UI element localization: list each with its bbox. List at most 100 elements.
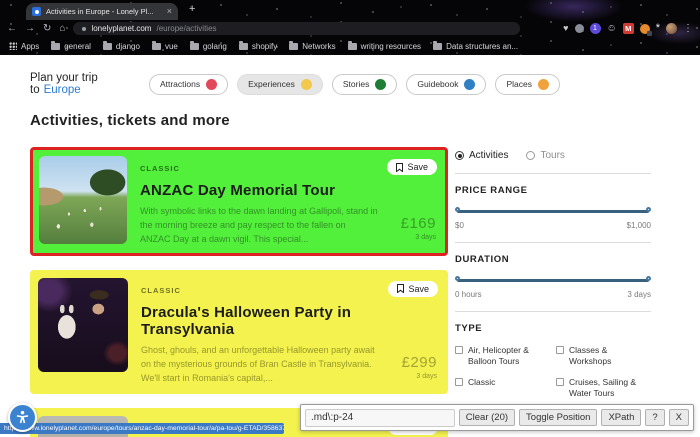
badge-extension-icon[interactable]: 1	[590, 23, 601, 34]
tab-close-icon[interactable]: ×	[167, 7, 172, 16]
checkbox-classes-workshops[interactable]: Classes & Workshops	[556, 345, 651, 368]
m-extension-icon[interactable]: M	[623, 23, 634, 34]
folder-icon	[103, 43, 112, 50]
bookmarks-bar: Apps general django vue golang shopify N…	[0, 37, 700, 55]
orange-extension-icon[interactable]	[640, 24, 650, 34]
slider-handle-max[interactable]	[646, 276, 651, 281]
save-button[interactable]: Save	[388, 281, 438, 297]
radio-unchecked-icon	[526, 151, 535, 160]
save-button[interactable]: Save	[387, 159, 437, 175]
places-icon	[538, 79, 549, 90]
europe-link[interactable]: Europe	[44, 84, 81, 96]
clear-button[interactable]: Clear (20)	[459, 409, 515, 426]
gray-extension-icon[interactable]	[575, 24, 584, 33]
selector-input[interactable]	[305, 409, 455, 427]
browser-menu-icon[interactable]: ⋮	[683, 23, 693, 34]
home-icon[interactable]: ⌂	[59, 24, 65, 34]
checkbox-icon	[455, 378, 463, 386]
browser-tab[interactable]: Activities in Europe - Lonely Pl... ×	[26, 3, 178, 20]
page-content: Plan your trip toEurope Attractions Expe…	[0, 55, 700, 437]
slider-handle-min[interactable]	[455, 276, 460, 281]
pill-stories[interactable]: Stories	[332, 74, 397, 95]
price-max-label: $1,000	[627, 221, 651, 230]
apps-grid-icon	[9, 42, 17, 50]
divider	[455, 311, 651, 312]
bookmark-folder-data-structures[interactable]: Data structures an...	[433, 42, 518, 51]
divider	[455, 242, 651, 243]
selector-tool-bar: Clear (20) Toggle Position XPath ? X	[300, 404, 694, 431]
star-extension-icon[interactable]: *	[656, 23, 660, 34]
accessibility-button[interactable]	[8, 403, 37, 432]
refresh-icon[interactable]: ↻	[43, 24, 51, 34]
lonelyplanet-favicon	[32, 7, 41, 16]
card-anzac-day-memorial-tour[interactable]: CLASSIC Save ANZAC Day Memorial Tour Wit…	[30, 147, 448, 256]
browser-chrome: Activities in Europe - Lonely Pl... × + …	[0, 0, 700, 55]
classic-badge: CLASSIC	[141, 281, 181, 295]
bookmark-folder-shopify[interactable]: shopify	[239, 42, 277, 51]
site-info-icon[interactable]	[82, 27, 86, 31]
page-title: Activities, tickets and more	[30, 112, 700, 129]
bookmark-folder-general[interactable]: general	[51, 42, 91, 51]
card-title[interactable]: Dracula's Halloween Party in Transylvani…	[141, 304, 440, 338]
dracula-party-photo	[38, 278, 128, 372]
back-icon[interactable]: ←	[7, 24, 17, 34]
heart-extension-icon[interactable]: ♥	[563, 24, 568, 33]
pill-guidebook[interactable]: Guidebook	[406, 74, 486, 95]
slider-handle-min[interactable]	[455, 207, 460, 212]
xpath-button[interactable]: XPath	[601, 409, 641, 426]
bookmark-icon	[396, 163, 403, 172]
forward-icon[interactable]: →	[25, 24, 35, 34]
radio-tours[interactable]: Tours	[526, 150, 564, 161]
price-min-label: $0	[455, 221, 464, 230]
slider-track	[457, 279, 649, 282]
slider-track	[457, 210, 649, 213]
radio-activities[interactable]: Activities	[455, 150, 508, 161]
duration-slider[interactable]	[455, 276, 651, 286]
card-price: £169	[401, 215, 436, 232]
close-overlay-button[interactable]: X	[669, 409, 689, 426]
pill-places[interactable]: Places	[495, 74, 560, 95]
browser-toolbar: ← → ↻ ⌂ lonelyplanet.com/europe/activiti…	[0, 20, 700, 37]
profile-avatar[interactable]	[666, 23, 677, 34]
url-path: /europe/activities	[156, 24, 216, 33]
checkbox-cruises-sailing-water-tours[interactable]: Cruises, Sailing & Water Tours	[556, 377, 651, 400]
bookmark-folder-django[interactable]: django	[103, 42, 140, 51]
url-domain: lonelyplanet.com	[91, 24, 151, 33]
bookmark-folder-vue[interactable]: vue	[152, 42, 178, 51]
new-tab-button[interactable]: +	[189, 4, 195, 15]
card-dracula-halloween-party[interactable]: CLASSIC Save Dracula's Halloween Party i…	[30, 270, 448, 394]
checkbox-air-helicopter-balloon-tours[interactable]: Air, Helicopter & Balloon Tours	[455, 345, 550, 368]
address-bar[interactable]: lonelyplanet.com/europe/activities	[73, 22, 520, 35]
experiences-icon	[301, 79, 312, 90]
ghost-extension-icon[interactable]: ☺	[607, 24, 617, 34]
stories-icon	[375, 79, 386, 90]
type-label: TYPE	[455, 323, 651, 334]
pill-experiences[interactable]: Experiences	[237, 74, 323, 95]
bookmark-folder-writing-resources[interactable]: writing resources	[348, 42, 421, 51]
guidebook-icon	[464, 79, 475, 90]
card-duration: 3 days	[402, 373, 437, 380]
folder-icon	[348, 43, 357, 50]
card-description: Ghost, ghouls, and an unforgettable Hall…	[141, 344, 379, 386]
card-price: £299	[402, 354, 437, 371]
slider-handle-max[interactable]	[646, 207, 651, 212]
price-range-label: PRICE RANGE	[455, 185, 651, 196]
checkbox-icon	[556, 378, 564, 386]
folder-icon	[433, 43, 442, 50]
bookmark-folder-golang[interactable]: golang	[190, 42, 227, 51]
card-duration: 3 days	[401, 234, 436, 241]
duration-max-label: 3 days	[627, 290, 651, 299]
bookmark-folder-networks[interactable]: Networks	[289, 42, 335, 51]
radio-checked-icon	[455, 151, 464, 160]
tab-strip: Activities in Europe - Lonely Pl... × +	[0, 0, 700, 20]
pill-attractions[interactable]: Attractions	[149, 74, 228, 95]
price-range-slider[interactable]	[455, 207, 651, 217]
checkbox-classic[interactable]: Classic	[455, 377, 550, 400]
help-button[interactable]: ?	[645, 409, 664, 426]
toggle-position-button[interactable]: Toggle Position	[519, 409, 597, 426]
page-header: Plan your trip toEurope Attractions Expe…	[0, 55, 700, 96]
status-bar-url: https://www.lonelyplanet.com/europe/tour…	[0, 423, 284, 434]
duration-label: DURATION	[455, 254, 651, 265]
bookmark-apps[interactable]: Apps	[9, 42, 39, 51]
card-title[interactable]: ANZAC Day Memorial Tour	[140, 182, 439, 199]
